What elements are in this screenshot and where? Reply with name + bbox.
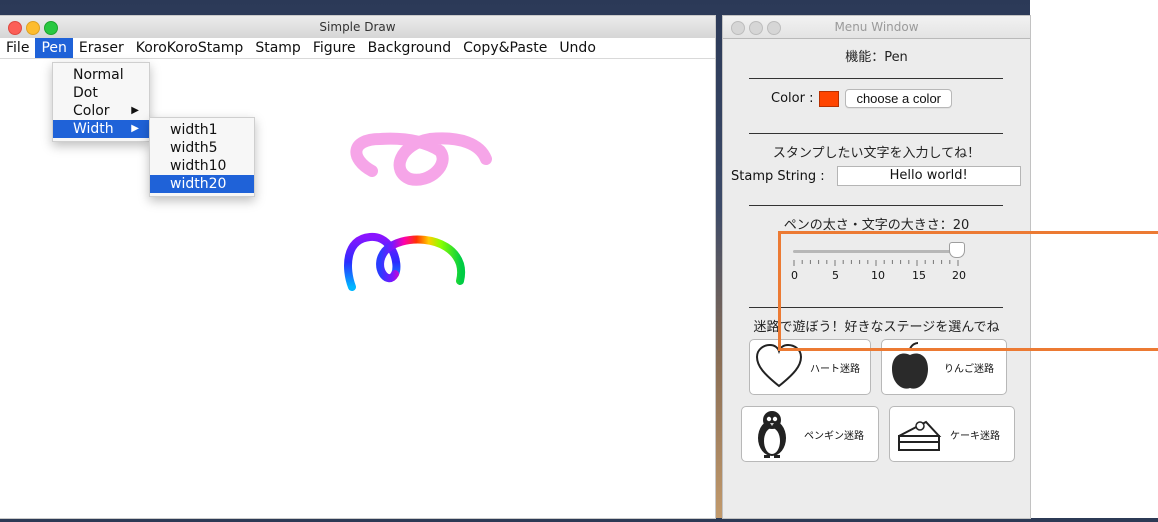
cake-icon <box>898 420 942 451</box>
main-titlebar: Simple Draw <box>0 16 715 39</box>
cake-maze-button[interactable]: ケーキ迷路 <box>889 406 1015 462</box>
menu-figure[interactable]: Figure <box>307 38 362 58</box>
annotation-highlight-box <box>778 231 1158 351</box>
color-swatch <box>819 90 840 107</box>
heart-maze-label: ハート迷路 <box>810 363 860 375</box>
separator <box>749 133 1003 134</box>
width-submenu: width1 width5 width10 width20 <box>149 117 255 197</box>
pen-menu-dot[interactable]: Dot <box>53 84 149 102</box>
pen-menu-width[interactable]: Width ▶ <box>53 120 149 138</box>
pen-menu-color[interactable]: Color ▶ <box>53 102 149 120</box>
menu-background[interactable]: Background <box>362 38 458 58</box>
width-option-1[interactable]: width1 <box>150 121 254 139</box>
menu-window-title: Menu Window <box>834 20 919 34</box>
width-option-5[interactable]: width5 <box>150 139 254 157</box>
menu-eraser[interactable]: Eraser <box>73 38 130 58</box>
stamp-prompt: スタンプしたい文字を入力してね！ <box>772 146 981 161</box>
function-label: 機能：Pen <box>845 50 908 65</box>
menu-file[interactable]: File <box>0 38 35 58</box>
stamp-string-label: Stamp String : <box>731 168 825 184</box>
separator <box>749 205 1003 206</box>
drawing-canvas[interactable]: Normal Dot Color ▶ Width ▶ width1 width5… <box>0 59 715 518</box>
pen-menu-color-label: Color <box>73 103 110 119</box>
simple-draw-window: Simple Draw File Pen Eraser KoroKoroStam… <box>0 16 715 518</box>
menu-stamp[interactable]: Stamp <box>249 38 306 58</box>
pen-menu-width-label: Width <box>73 121 114 137</box>
window-title: Simple Draw <box>319 20 396 34</box>
submenu-arrow-icon: ▶ <box>131 105 139 116</box>
pink-stroke <box>350 132 492 186</box>
stamp-string-input[interactable]: Hello world! <box>836 166 1021 186</box>
pen-menu-dropdown: Normal Dot Color ▶ Width ▶ <box>52 62 150 142</box>
cake-maze-label: ケーキ迷路 <box>950 430 1000 442</box>
color-label: Color : <box>771 91 814 106</box>
penguin-maze-button[interactable]: ペンギン迷路 <box>741 406 879 462</box>
penguin-icon <box>758 411 786 458</box>
width-option-10[interactable]: width10 <box>150 157 254 175</box>
menu-undo[interactable]: Undo <box>553 38 602 58</box>
choose-color-button[interactable]: choose a color <box>845 89 953 108</box>
menubar: File Pen Eraser KoroKoroStamp Stamp Figu… <box>0 38 715 59</box>
separator <box>749 78 1003 79</box>
menu-window-titlebar: Menu Window <box>723 16 1030 39</box>
width-option-20[interactable]: width20 <box>150 175 254 193</box>
color-row: Color : choose a color <box>771 89 953 108</box>
menu-korokorostamp[interactable]: KoroKoroStamp <box>130 38 250 58</box>
stamp-row: Stamp String : Hello world! <box>731 166 1021 186</box>
apple-maze-label: りんご迷路 <box>944 363 994 375</box>
submenu-arrow-icon: ▶ <box>131 123 139 134</box>
pen-menu-normal[interactable]: Normal <box>53 66 149 84</box>
penguin-maze-label: ペンギン迷路 <box>804 430 864 442</box>
menu-pen[interactable]: Pen <box>35 38 73 58</box>
menu-copy-paste[interactable]: Copy&Paste <box>457 38 553 58</box>
